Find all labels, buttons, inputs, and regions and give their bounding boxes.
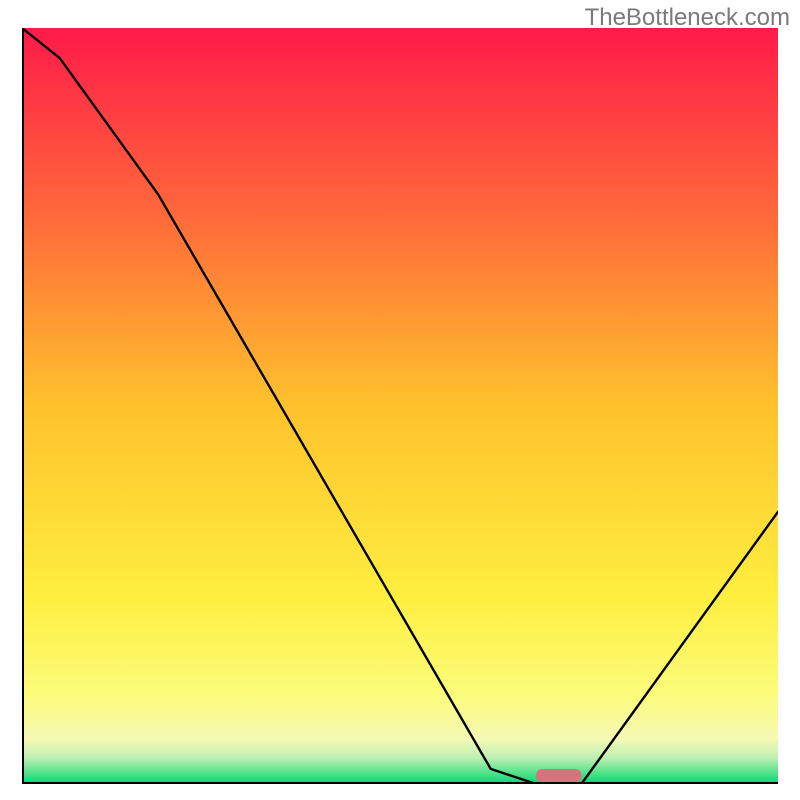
plot-area [22, 28, 778, 784]
bottleneck-chart: TheBottleneck.com [0, 0, 800, 800]
optimal-marker [536, 769, 581, 782]
plot-svg [22, 28, 778, 784]
